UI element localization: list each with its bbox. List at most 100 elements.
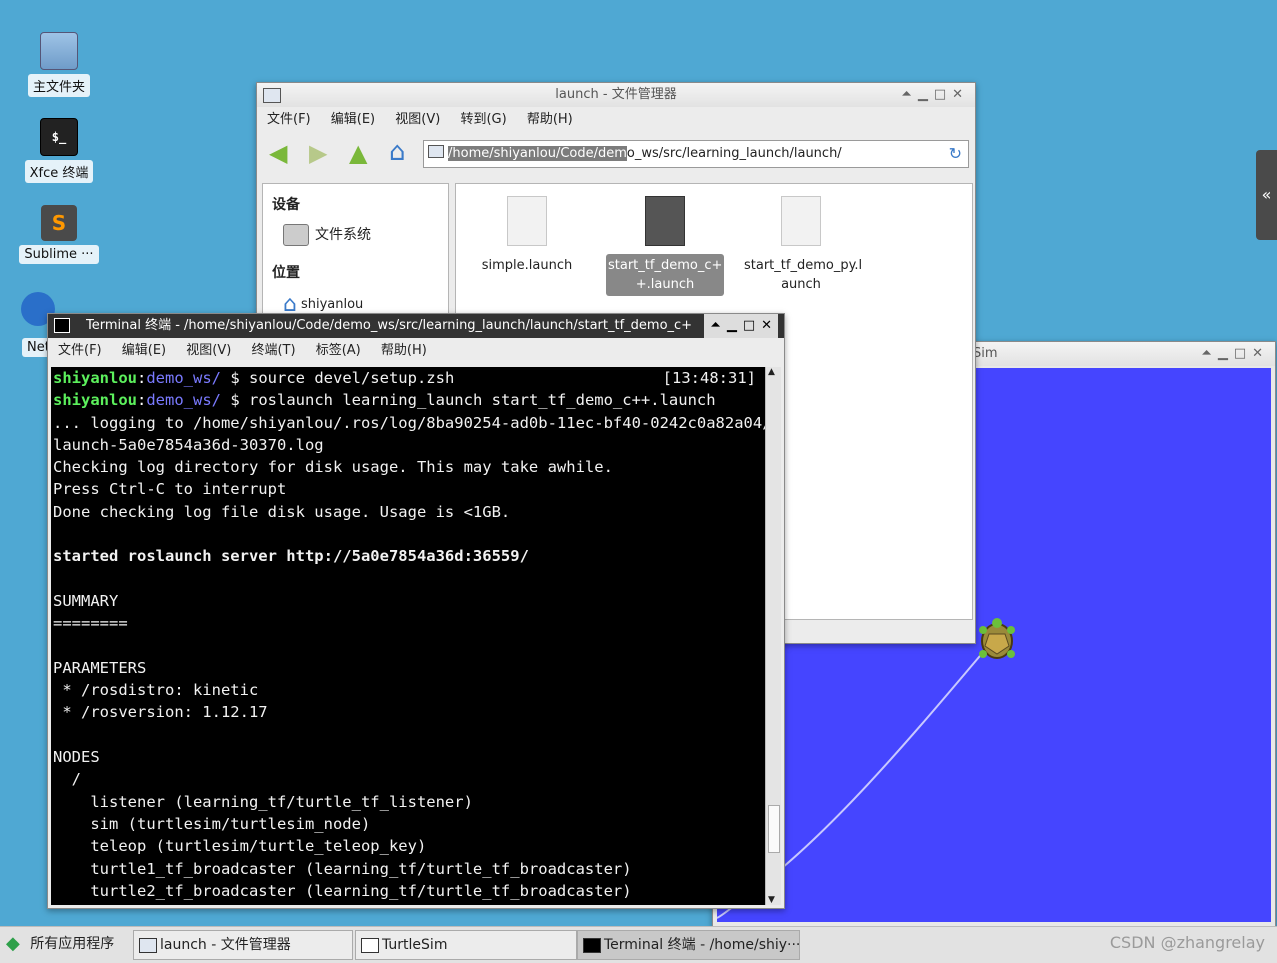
terminal-line: shiyanlou:demo_ws/ $ source devel/setup.… [53,367,766,389]
document-icon [781,196,821,246]
terminal-line: ... logging to /home/shiyanlou/.ros/log/… [53,413,766,432]
terminal-titlebar[interactable]: Terminal 终端 - /home/shiyanlou/Code/demo_… [48,314,784,338]
terminal-line: Checking log directory for disk usage. T… [53,458,613,477]
window-controls[interactable]: ⏶▁□✕ [704,314,778,338]
desktop-icon-home[interactable]: 主文件夹 [18,32,100,97]
terminal-line: PARAMETERS [53,658,147,677]
terminal-window[interactable]: Terminal 终端 - /home/shiyanlou/Code/demo_… [47,313,785,909]
terminal-icon: $_ [40,118,78,156]
desktop-icon-label: Xfce 终端 [24,160,94,183]
fm-toolbar: ◀ ▶ ▲ ⌂ /home/shiyanlou/Code/demo_ws/src… [257,133,975,173]
sidebar-item-label: shiyanlou [300,297,364,312]
terminal-line: / [53,770,81,789]
folder-icon [428,145,444,158]
window-title: Sim [973,346,998,361]
window-icon [361,938,379,953]
home-icon[interactable]: ⌂ [389,139,406,165]
terminal-line: launch-5a0e7854a36d-30370.log [53,435,324,454]
panel-collapse-tab[interactable]: « [1256,150,1277,240]
window-title: launch - 文件管理器 [555,87,677,102]
desktop-icon-label: Sublime ··· [19,245,99,264]
file-name: start_tf_demo_py.l aunch [744,258,863,292]
task-turtlesim[interactable]: TurtleSim [355,930,577,960]
file-name: start_tf_demo_c+ +.launch [606,254,724,296]
terminal-line: * /rosversion: 1.12.17 [53,703,268,722]
task-label: launch - 文件管理器 [160,937,291,953]
terminal-line: NODES [53,748,100,767]
task-label: TurtleSim [382,937,448,953]
window-controls[interactable]: ⏶▁□✕ [1201,342,1269,366]
sidebar-heading-devices: 设备 [272,197,300,213]
address-rest-text: o_ws/src/learning_launch/launch/ [626,146,842,161]
fm-menubar: 文件(F) 编辑(E) 视图(V) 转到(G) 帮助(H) [257,107,975,133]
terminal-line: Done checking log file disk usage. Usage… [53,502,511,521]
menu-edit[interactable]: 编辑(E) [331,112,375,127]
terminal-line: listener (learning_tf/turtle_tf_listener… [53,792,473,811]
terminal-line: ​ [53,568,766,590]
terminal-app-icon [54,318,70,333]
desktop-icon-label: 主文件夹 [27,74,90,97]
folder-icon [139,938,157,953]
sidebar-heading-places: 位置 [272,265,300,281]
fm-titlebar[interactable]: launch - 文件管理器 ⏶▁□✕ [257,83,975,107]
menu-edit[interactable]: 编辑(E) [122,343,166,358]
menu-help[interactable]: 帮助(H) [527,112,573,127]
apps-menu-label: 所有应用程序 [30,936,115,952]
terminal-line: Press Ctrl-C to interrupt [53,480,287,499]
command-timestamp: [13:48:31] [662,369,756,387]
address-bar[interactable]: /home/shiyanlou/Code/demo_ws/src/learnin… [423,140,969,168]
turtle-icon [979,618,1015,659]
terminal-line: ======== [53,614,128,633]
terminal-line: started roslaunch server http://5a0e7854… [53,547,529,566]
scroll-down-arrow[interactable]: ▼ [768,895,775,905]
file-name: simple.launch [481,258,573,273]
terminal-line: sim (turtlesim/turtlesim_node) [53,814,371,833]
document-icon [507,196,547,246]
desktop-icon-sublime[interactable]: S Sublime ··· [18,205,100,264]
task-label: Terminal 终端 - /home/shiy··· [604,937,800,953]
menu-file[interactable]: 文件(F) [267,112,311,127]
terminal-icon [583,938,601,953]
terminal-scrollbar[interactable]: ▲ ▼ [765,367,781,905]
sidebar-item-label: 文件系统 [315,227,371,243]
terminal-line: teleop (turtlesim/turtle_teleop_key) [53,837,427,856]
menu-view[interactable]: 视图(V) [186,343,231,358]
file-item-selected[interactable]: start_tf_demo_c+ +.launch [606,196,724,296]
forward-icon[interactable]: ▶ [309,141,327,165]
drive-icon [283,224,309,246]
desktop-icon-terminal[interactable]: $_ Xfce 终端 [18,118,100,183]
menu-file[interactable]: 文件(F) [58,343,102,358]
terminal-line: ​ [53,635,766,657]
xfce-logo-icon: ◆ [6,933,20,954]
menu-help[interactable]: 帮助(H) [381,343,427,358]
menu-view[interactable]: 视图(V) [395,112,440,127]
menu-terminal[interactable]: 终端(T) [251,343,295,358]
task-file-manager[interactable]: launch - 文件管理器 [133,930,353,960]
terminal-line: shiyanlou:demo_ws/ $ roslaunch learning_… [53,391,716,410]
scroll-up-arrow[interactable]: ▲ [768,367,775,377]
document-icon [645,196,685,246]
apps-menu-button[interactable]: ◆ 所有应用程序 [6,930,114,958]
terminal-line: SUMMARY [53,591,119,610]
terminal-output[interactable]: shiyanlou:demo_ws/ $ source devel/setup.… [51,367,766,905]
menu-go[interactable]: 转到(G) [460,112,506,127]
sidebar-item-filesystem[interactable]: 文件系统 [283,224,371,246]
terminal-line: ​ [53,724,766,746]
up-icon[interactable]: ▲ [349,141,367,165]
terminal-line: turtle1_tf_broadcaster (learning_tf/turt… [53,859,632,878]
taskbar: ◆ 所有应用程序 launch - 文件管理器 TurtleSim Termin… [0,926,1277,963]
home-folder-icon [40,32,78,70]
file-item[interactable]: simple.launch [468,196,586,277]
window-title: Terminal 终端 - /home/shiyanlou/Code/demo_… [86,318,693,333]
scrollbar-thumb[interactable] [768,805,780,853]
refresh-icon[interactable]: ↻ [949,141,962,167]
back-icon[interactable]: ◀ [269,141,287,165]
window-controls[interactable]: ⏶▁□✕ [901,83,969,107]
address-selected-text: /home/shiyanlou/Code/dem [448,146,627,161]
terminal-menubar: 文件(F) 编辑(E) 视图(V) 终端(T) 标签(A) 帮助(H) [48,338,784,364]
watermark: CSDN @zhangrelay [1109,933,1265,952]
file-item[interactable]: start_tf_demo_py.l aunch [742,196,863,296]
task-terminal[interactable]: Terminal 终端 - /home/shiy··· [577,930,800,960]
menu-tabs[interactable]: 标签(A) [316,343,361,358]
fm-folder-icon [263,88,281,103]
